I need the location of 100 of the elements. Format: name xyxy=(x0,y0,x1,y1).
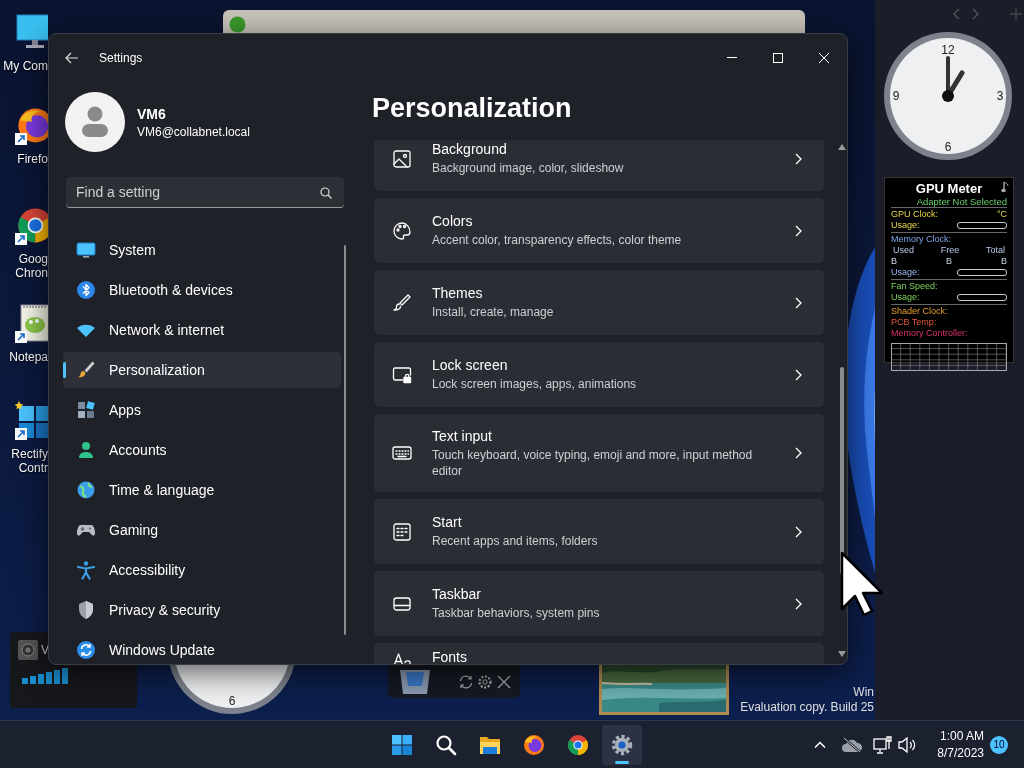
music-note-icon xyxy=(1001,181,1009,193)
gear-icon[interactable] xyxy=(477,673,493,690)
window-title: Settings xyxy=(99,50,143,65)
chevron-right-icon xyxy=(795,224,802,237)
meter-label: Shader Clock: xyxy=(891,306,948,317)
meter-label: GPU Clock: xyxy=(891,209,938,220)
notification-badge[interactable]: 10 xyxy=(990,735,1008,754)
icon-label: Firefo xyxy=(17,152,48,166)
meter-label: Usage: xyxy=(891,267,920,278)
meter-label: Usage: xyxy=(891,292,920,303)
person-silhouette-icon xyxy=(81,106,109,138)
windows-logo-icon[interactable] xyxy=(15,400,48,440)
nav-item[interactable]: Accounts xyxy=(63,432,341,468)
nav-item[interactable]: Accessibility xyxy=(63,552,341,588)
chevron-up-icon[interactable] xyxy=(814,741,826,748)
clock-numeral: 6 xyxy=(944,140,952,154)
globe-icon xyxy=(76,480,96,500)
grid-icon xyxy=(392,521,412,542)
cursor-icon xyxy=(840,551,886,617)
column-label: B xyxy=(891,256,897,267)
palette-icon xyxy=(392,220,412,241)
clock-numeral: 3 xyxy=(996,89,1004,103)
nav-item[interactable]: Apps xyxy=(63,392,341,428)
taskbar-button[interactable] xyxy=(602,724,642,765)
settings-card[interactable]: Start Recent apps and items, folders xyxy=(374,499,824,564)
speaker-icon xyxy=(18,640,38,660)
volume-icon[interactable] xyxy=(898,736,916,753)
circle-icon xyxy=(229,16,246,33)
nav-item[interactable]: Network & internet xyxy=(63,312,341,348)
status-text: Adapter Not Selected xyxy=(915,196,1007,207)
clock-numeral: 12 xyxy=(941,43,955,57)
minimize-icon xyxy=(727,57,737,58)
back-arrow-icon xyxy=(65,51,79,64)
nav-item[interactable]: Time & language xyxy=(63,472,341,508)
settings-card[interactable]: Lock screen Lock screen images, apps, animations xyxy=(374,342,824,407)
refresh-icon xyxy=(76,640,96,660)
clock-hands xyxy=(942,56,965,102)
maximize-icon xyxy=(773,52,783,63)
meter-value: °C xyxy=(996,209,1007,220)
gear-icon xyxy=(610,732,634,757)
settings-card[interactable]: Themes Install, create, manage xyxy=(374,270,824,335)
column-label: Used xyxy=(893,245,914,256)
settings-card[interactable]: Fonts xyxy=(374,643,824,664)
column-label: B xyxy=(1000,256,1007,267)
chrome-icon xyxy=(566,732,590,757)
apps-icon xyxy=(76,400,96,420)
scrollbar-thumb[interactable] xyxy=(344,245,346,635)
close-icon[interactable] xyxy=(496,673,512,690)
meter-label: PCB Temp: xyxy=(891,317,937,328)
scroll-up-icon[interactable] xyxy=(838,144,846,150)
refresh-icon[interactable] xyxy=(458,673,474,690)
scroll-down-icon[interactable] xyxy=(838,651,846,657)
keyboard-icon xyxy=(392,443,412,463)
person-icon xyxy=(76,440,96,460)
nav-item[interactable]: System xyxy=(63,232,341,268)
clock-numeral: 9 xyxy=(892,89,900,103)
settings-card[interactable]: Background Background image, color, slideshow xyxy=(374,140,824,191)
chevron-right-icon xyxy=(795,447,802,459)
desktop-notice: Win xyxy=(852,685,874,700)
nav-item[interactable]: Gaming xyxy=(63,512,341,548)
search-field[interactable]: Find a setting xyxy=(66,177,344,208)
windows-logo-icon xyxy=(390,732,414,757)
settings-card[interactable]: Taskbar Taskbar behaviors, system pins xyxy=(374,571,824,636)
cloud-off-icon[interactable] xyxy=(841,736,863,753)
settings-card[interactable]: Text input Touch keyboard, voice typing, emoji and more, input method editor xyxy=(374,414,824,492)
settings-card[interactable]: Colors Accent color, transparency effects, color theme xyxy=(374,198,824,263)
column-label: B xyxy=(946,256,952,267)
chevron-right-icon xyxy=(795,152,802,165)
scrollbar-thumb[interactable] xyxy=(840,367,844,574)
nav-item[interactable]: Bluetooth & devices xyxy=(63,272,341,308)
firefox-icon xyxy=(522,732,546,757)
icon-label: Goog xyxy=(17,252,48,266)
meter-label: Usage: xyxy=(891,220,920,231)
brush-icon xyxy=(392,292,412,313)
meter-title: GPU Meter xyxy=(915,181,983,196)
icon-label: Rectify xyxy=(11,447,48,461)
gadget-label: V xyxy=(41,643,49,657)
icon-label: Chron xyxy=(15,266,48,280)
nav-item[interactable]: Windows Update xyxy=(63,632,341,664)
brush-icon xyxy=(76,360,96,380)
meter-label: Memory Controller: xyxy=(891,328,968,339)
column-label: Free xyxy=(940,245,960,256)
column-label: Total xyxy=(985,245,1005,256)
bin-icon xyxy=(398,669,432,694)
icon-label: Notepa xyxy=(9,350,48,364)
desktop-notice: Evaluation copy. Build 25 xyxy=(739,700,874,715)
avatar[interactable] xyxy=(65,92,125,152)
nav-item[interactable]: Personalization xyxy=(63,352,341,388)
meter-label: Memory Clock: xyxy=(891,234,951,245)
nav-item[interactable]: Privacy & security xyxy=(63,592,341,628)
icon-label: My Com xyxy=(3,59,48,73)
clock-button[interactable]: 1:00 AM 8/7/2023 xyxy=(928,727,984,762)
wired-network-icon[interactable] xyxy=(873,735,893,754)
page-title: Personalization xyxy=(372,92,572,125)
user-email: VM6@collabnet.local xyxy=(137,124,250,139)
shield-icon xyxy=(76,600,96,620)
chevron-right-icon xyxy=(795,525,802,538)
chevron-right-icon xyxy=(795,597,802,610)
accessibility-icon xyxy=(76,560,96,580)
meter-label: Fan Speed: xyxy=(891,281,938,292)
